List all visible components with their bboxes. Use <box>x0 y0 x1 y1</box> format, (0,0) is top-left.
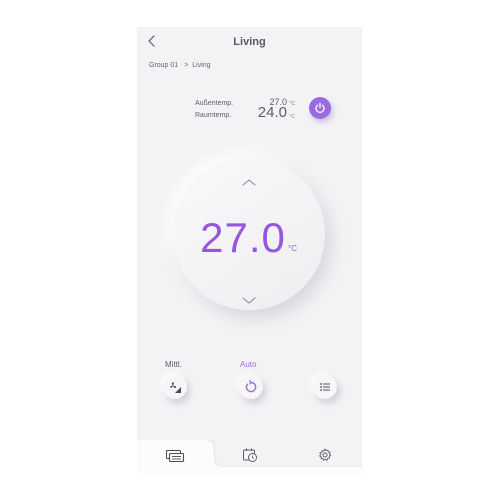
auto-mode-icon <box>245 380 257 393</box>
tab-devices[interactable] <box>137 440 212 474</box>
temperature-readouts: Außentemp. 27.0 °C Raumtemp. 24.0 °C <box>195 93 295 123</box>
decrease-temperature-button[interactable] <box>239 293 259 305</box>
set-temperature-unit: °C <box>288 244 297 253</box>
breadcrumb-room: Living <box>192 62 211 69</box>
tab-timer[interactable] <box>212 440 287 474</box>
app-screen: Living Group 01 > Living Außentemp. 27.0 °… <box>137 27 362 474</box>
power-button[interactable] <box>309 97 331 119</box>
operation-mode-label: Auto <box>240 360 257 369</box>
room-temperature-value: 24.0 <box>257 104 287 121</box>
breadcrumb-group[interactable]: Group 01 <box>149 62 178 69</box>
list-menu-icon <box>320 383 331 391</box>
increase-temperature-button[interactable] <box>239 176 259 188</box>
devices-icon <box>165 449 185 463</box>
room-temperature-row: Raumtemp. 24.0 °C <box>195 104 295 121</box>
bottom-tab-bar <box>137 440 362 474</box>
set-temperature-value: 27.0 <box>200 214 286 261</box>
fan-speed-icon <box>170 382 181 393</box>
breadcrumb-separator: > <box>184 62 189 69</box>
tab-settings[interactable] <box>287 440 362 474</box>
timer-icon <box>243 448 257 462</box>
chevron-up-icon <box>242 179 256 186</box>
gear-icon <box>319 448 332 461</box>
temperature-dial: 27.0 °C <box>173 158 325 310</box>
more-options-button[interactable] <box>313 375 337 399</box>
fan-speed-button[interactable] <box>163 375 187 399</box>
auto-mode-button[interactable] <box>239 375 263 399</box>
page-title: Living <box>233 36 266 48</box>
fan-speed-label: Mittl. <box>165 360 182 369</box>
chevron-down-icon <box>242 297 256 304</box>
room-temperature-label: Raumtemp. <box>195 112 232 119</box>
power-icon <box>315 102 325 114</box>
room-temperature-unit: °C <box>289 114 295 120</box>
breadcrumb: Group 01 > Living <box>149 62 211 69</box>
